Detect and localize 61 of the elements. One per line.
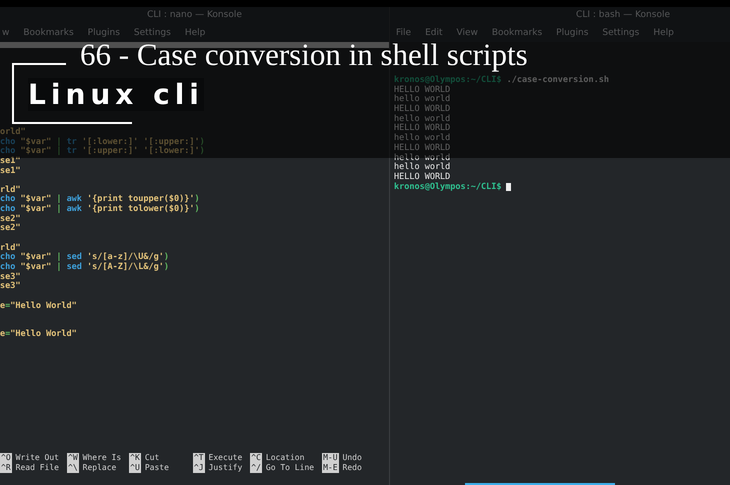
- shortcut-label: Undo: [342, 453, 362, 463]
- output-line: hello world: [394, 94, 450, 104]
- shortcut-key: ^U: [129, 463, 141, 473]
- output-line: HELLO WORLD: [394, 172, 450, 182]
- output-line: HELLO WORLD: [394, 142, 450, 153]
- shortcut-key: ^R: [0, 463, 12, 473]
- shortcut-key: ^T: [192, 453, 205, 463]
- shortcut-label: Where Is: [82, 453, 122, 463]
- menu-item[interactable]: w: [2, 26, 10, 40]
- output-line: hello world: [394, 152, 450, 162]
- shortcut-key: M-E: [322, 463, 339, 473]
- menu-item[interactable]: Settings: [602, 26, 640, 40]
- code-line: cho "$var" | tr '[:lower:]' '[:upper:]'): [0, 136, 205, 147]
- code-line: orld": [0, 127, 26, 137]
- shortcut-key: M-U: [322, 453, 339, 463]
- shortcut-key: ^K: [129, 453, 141, 463]
- shortcut-label: Paste: [144, 463, 169, 473]
- code-line: rld": [0, 184, 20, 195]
- shortcut-label: Execute: [208, 453, 242, 463]
- code-line: cho "$var" | awk '{print toupper($0)}'): [0, 194, 200, 204]
- code-line: rld": [0, 242, 20, 253]
- code-line: cho "$var" | awk '{print tolower($0)}'): [0, 204, 200, 214]
- shortcut-label: Justify: [208, 463, 242, 473]
- code-line: cho "$var" | tr '[:upper:]' '[:lower:]'): [0, 146, 205, 156]
- code-line: se1": [0, 156, 20, 166]
- output-line: HELLO WORLD: [394, 123, 450, 134]
- shortcut-key: ^\: [67, 463, 79, 473]
- output-line: hello world: [394, 133, 450, 144]
- shortcut-key: ^/: [250, 463, 262, 473]
- shortcut-label: Location: [266, 453, 304, 463]
- code-line: se2": [0, 223, 20, 234]
- menu-item[interactable]: Bookmarks: [23, 26, 74, 40]
- prompt-line: kronos@Olympos:~/CLI$: [394, 182, 502, 192]
- menu-item[interactable]: Plugins: [556, 26, 588, 40]
- shortcut-key: ^C: [250, 453, 262, 463]
- output-line: hello world: [394, 162, 450, 172]
- output-line: HELLO WORLD: [394, 84, 450, 95]
- code-line: se1": [0, 166, 20, 176]
- code-line: cho "$var" | sed 's/[a-z]/\U&/g'): [0, 252, 169, 262]
- code-line: e="Hello World": [0, 300, 77, 311]
- output-line: hello world: [394, 114, 450, 124]
- code-line: e="Hello World": [0, 329, 77, 340]
- code-line: se3": [0, 281, 20, 292]
- shortcut-label: Write Out: [16, 453, 59, 463]
- shortcut-label: Go To Line: [266, 463, 314, 473]
- shortcut-label: Replace: [82, 463, 116, 473]
- shortcut-label: Read File: [16, 463, 59, 473]
- shortcut-label: Redo: [342, 463, 362, 473]
- text-cursor: [506, 183, 512, 192]
- shortcut-key: ^O: [0, 453, 12, 463]
- logo-text: Linux cli: [28, 78, 204, 111]
- window-title: CLI : nano — Konsole: [147, 9, 242, 22]
- menu-item[interactable]: Help: [653, 26, 674, 40]
- window-title: CLI : bash — Konsole: [576, 9, 670, 22]
- code-line: cho "$var" | sed 's/[A-Z]/\L&/g'): [0, 262, 169, 272]
- shortcut-key: ^J: [192, 463, 205, 473]
- shortcut-key: ^W: [67, 453, 79, 463]
- shortcut-label: Cut: [144, 453, 160, 463]
- code-line: se2": [0, 214, 20, 224]
- output-line: HELLO WORLD: [394, 104, 450, 114]
- code-line: se3": [0, 272, 20, 282]
